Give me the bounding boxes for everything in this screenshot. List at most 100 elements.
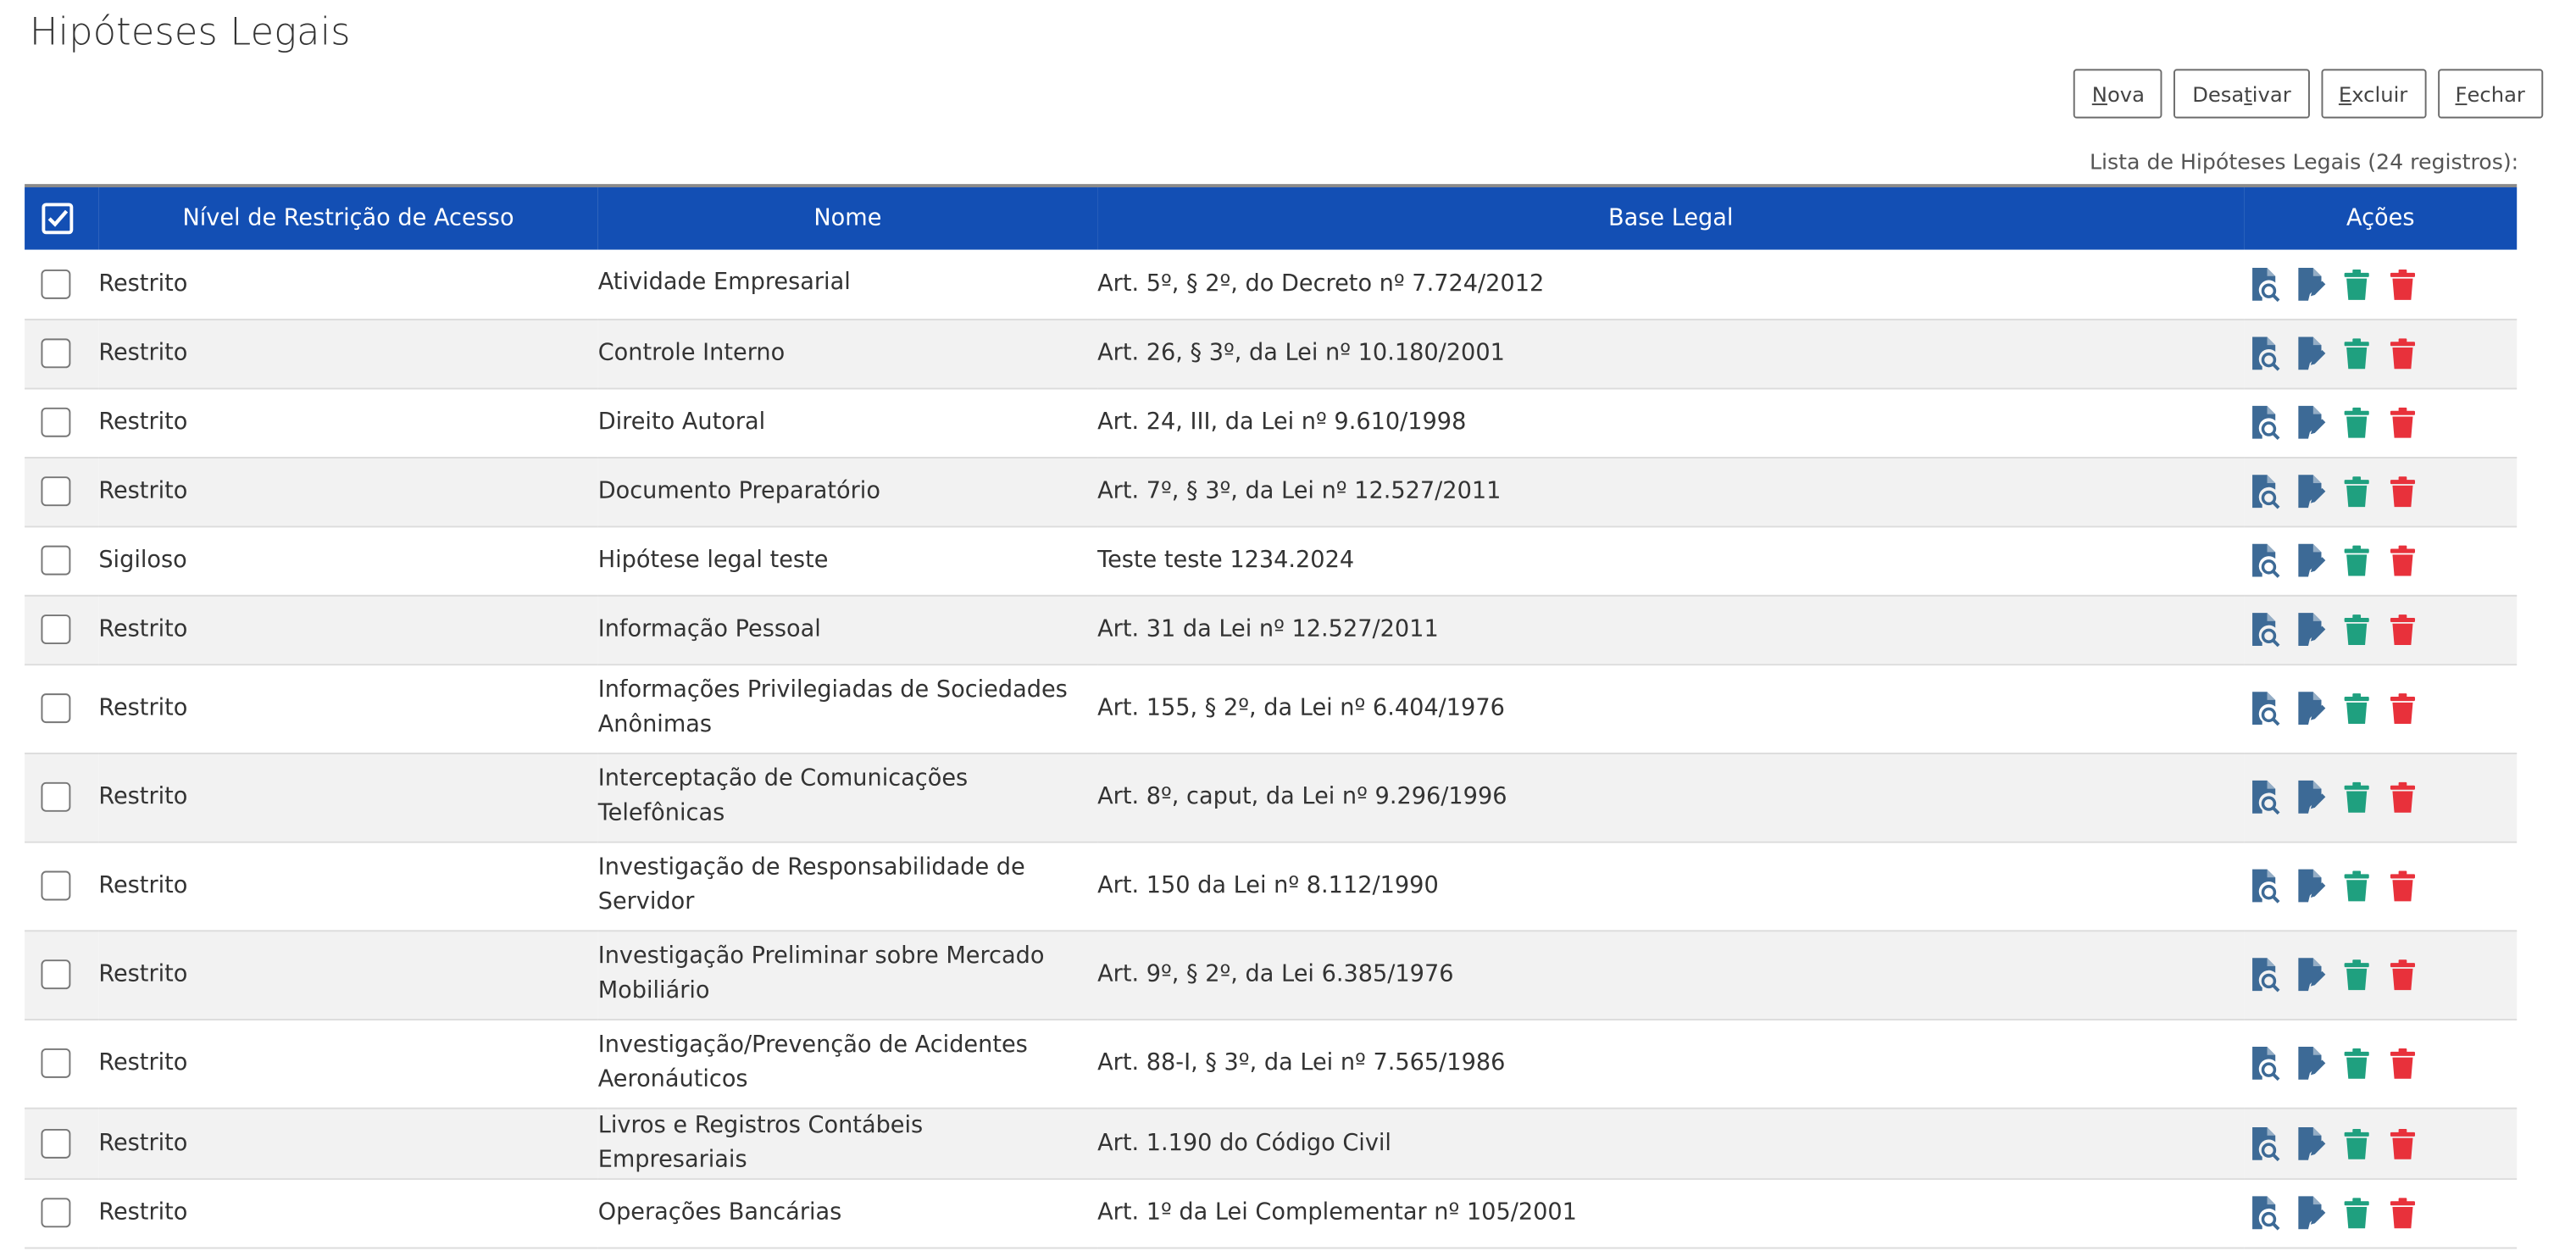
deactivate-trash-icon[interactable] (2341, 611, 2373, 648)
table-row[interactable]: Restrito Controle Interno Art. 26, § 3º, d… (25, 319, 2518, 388)
view-document-icon[interactable] (2249, 542, 2280, 579)
deactivate-trash-icon[interactable] (2341, 266, 2373, 303)
table-row[interactable]: Restrito Informação Pessoal Art. 31 da Lei… (25, 594, 2518, 664)
delete-trash-icon[interactable] (2387, 1125, 2418, 1161)
table-row[interactable]: Restrito Investigação de Responsabilidade… (25, 841, 2518, 931)
header-nome[interactable]: Nome (598, 187, 1097, 250)
edit-document-icon[interactable] (2295, 266, 2326, 303)
deactivate-trash-icon[interactable] (2341, 779, 2373, 815)
nova-accesskey: N (2091, 81, 2107, 107)
row-checkbox[interactable] (41, 959, 71, 990)
view-document-icon[interactable] (2249, 611, 2280, 648)
view-document-icon[interactable] (2249, 690, 2280, 726)
table-row[interactable]: Restrito Informações Privilegiadas de Soc… (25, 664, 2518, 753)
deactivate-trash-icon[interactable] (2341, 690, 2373, 726)
table-row[interactable]: Restrito Operações Bancárias Art. 1º da Le… (25, 1178, 2518, 1248)
table-row[interactable]: Restrito Documento Preparatório Art. 7º, §… (25, 456, 2518, 526)
table-row[interactable]: Restrito Livros e Registros Contábeis Emp… (25, 1107, 2518, 1179)
row-checkbox[interactable] (41, 1048, 71, 1078)
deactivate-trash-icon[interactable] (2341, 1194, 2373, 1231)
view-document-icon[interactable] (2249, 1045, 2280, 1081)
row-checkbox[interactable] (41, 407, 71, 437)
nova-button[interactable]: Nova (2074, 69, 2163, 119)
table-row[interactable]: Restrito Investigação Preliminar sobre Me… (25, 930, 2518, 1020)
view-document-icon[interactable] (2249, 956, 2280, 992)
edit-document-icon[interactable] (2295, 690, 2326, 726)
view-document-icon[interactable] (2249, 266, 2280, 303)
view-document-icon[interactable] (2249, 868, 2280, 904)
cell-base-legal: Art. 88-I, § 3º, da Lei nº 7.565/1986 (1097, 1049, 1506, 1076)
row-checkbox[interactable] (41, 614, 71, 645)
edit-document-icon[interactable] (2295, 542, 2326, 579)
delete-trash-icon[interactable] (2387, 779, 2418, 815)
deactivate-trash-icon[interactable] (2341, 868, 2373, 904)
edit-document-icon[interactable] (2295, 956, 2326, 992)
row-checkbox[interactable] (41, 338, 71, 369)
view-document-icon[interactable] (2249, 336, 2280, 372)
deactivate-trash-icon[interactable] (2341, 336, 2373, 372)
table-row[interactable]: Restrito Interceptação de Comunicações Te… (25, 752, 2518, 842)
cell-base-legal: Teste teste 1234.2024 (1097, 547, 1355, 574)
edit-document-icon[interactable] (2295, 779, 2326, 815)
row-checkbox[interactable] (41, 1127, 71, 1158)
excluir-button[interactable]: Excluir (2320, 69, 2426, 119)
cell-nome: Investigação de Responsabilidade de Serv… (597, 854, 1025, 915)
table-row[interactable]: Restrito Direito Autoral Art. 24, III, da … (25, 387, 2518, 457)
checkbox-checked-icon[interactable] (41, 202, 74, 235)
cell-nivel: Restrito (98, 1199, 188, 1226)
view-document-icon[interactable] (2249, 1194, 2280, 1231)
header-nivel[interactable]: Nível de Restrição de Acesso (98, 187, 597, 250)
delete-trash-icon[interactable] (2387, 690, 2418, 726)
table-row[interactable]: Sigiloso Hipótese legal teste Teste teste … (25, 525, 2518, 595)
row-checkbox[interactable] (41, 781, 71, 812)
deactivate-trash-icon[interactable] (2341, 404, 2373, 441)
delete-trash-icon[interactable] (2387, 1194, 2418, 1231)
row-checkbox[interactable] (41, 870, 71, 901)
row-checkbox[interactable] (41, 1198, 71, 1228)
cell-nome: Operações Bancárias (597, 1198, 842, 1226)
delete-trash-icon[interactable] (2387, 404, 2418, 441)
delete-trash-icon[interactable] (2387, 266, 2418, 303)
edit-document-icon[interactable] (2295, 336, 2326, 372)
deactivate-trash-icon[interactable] (2341, 473, 2373, 509)
edit-document-icon[interactable] (2295, 1125, 2326, 1161)
edit-document-icon[interactable] (2295, 1045, 2326, 1081)
view-document-icon[interactable] (2249, 404, 2280, 441)
edit-document-icon[interactable] (2295, 868, 2326, 904)
deactivate-trash-icon[interactable] (2341, 956, 2373, 992)
view-document-icon[interactable] (2249, 473, 2280, 509)
desativar-button[interactable]: Desa t ivar (2174, 69, 2310, 119)
view-document-icon[interactable] (2249, 779, 2280, 815)
delete-trash-icon[interactable] (2387, 956, 2418, 992)
row-checkbox[interactable] (41, 476, 71, 507)
delete-trash-icon[interactable] (2387, 542, 2418, 579)
table-row[interactable]: Restrito Investigação/Prevenção de Aciden… (25, 1019, 2518, 1108)
select-all-header[interactable] (25, 187, 98, 250)
table-row[interactable]: Restrito Atividade Empresarial Art. 5º, § … (25, 249, 2518, 320)
view-document-icon[interactable] (2249, 1125, 2280, 1161)
desativar-label-start: Desa (2192, 81, 2245, 107)
deactivate-trash-icon[interactable] (2341, 1125, 2373, 1161)
edit-document-icon[interactable] (2295, 473, 2326, 509)
row-checkbox[interactable] (41, 545, 71, 575)
row-checkbox-cell (25, 457, 98, 525)
fechar-button[interactable]: Fechar (2437, 69, 2544, 119)
edit-document-icon[interactable] (2295, 611, 2326, 648)
row-checkbox[interactable] (41, 269, 71, 299)
deactivate-trash-icon[interactable] (2341, 542, 2373, 579)
deactivate-trash-icon[interactable] (2341, 1045, 2373, 1081)
delete-trash-icon[interactable] (2387, 473, 2418, 509)
row-checkbox-cell (25, 250, 98, 319)
edit-document-icon[interactable] (2295, 404, 2326, 441)
delete-trash-icon[interactable] (2387, 1045, 2418, 1081)
header-base-legal[interactable]: Base Legal (1097, 187, 2244, 250)
row-actions (2244, 404, 2517, 441)
delete-trash-icon[interactable] (2387, 611, 2418, 648)
delete-trash-icon[interactable] (2387, 868, 2418, 904)
row-checkbox[interactable] (41, 693, 71, 724)
edit-document-icon[interactable] (2295, 1194, 2326, 1231)
table-container: Nível de Restrição de Acesso Nome Base L… (25, 184, 2518, 1248)
row-checkbox-cell (25, 664, 98, 753)
cell-nome: Atividade Empresarial (597, 270, 851, 297)
delete-trash-icon[interactable] (2387, 336, 2418, 372)
